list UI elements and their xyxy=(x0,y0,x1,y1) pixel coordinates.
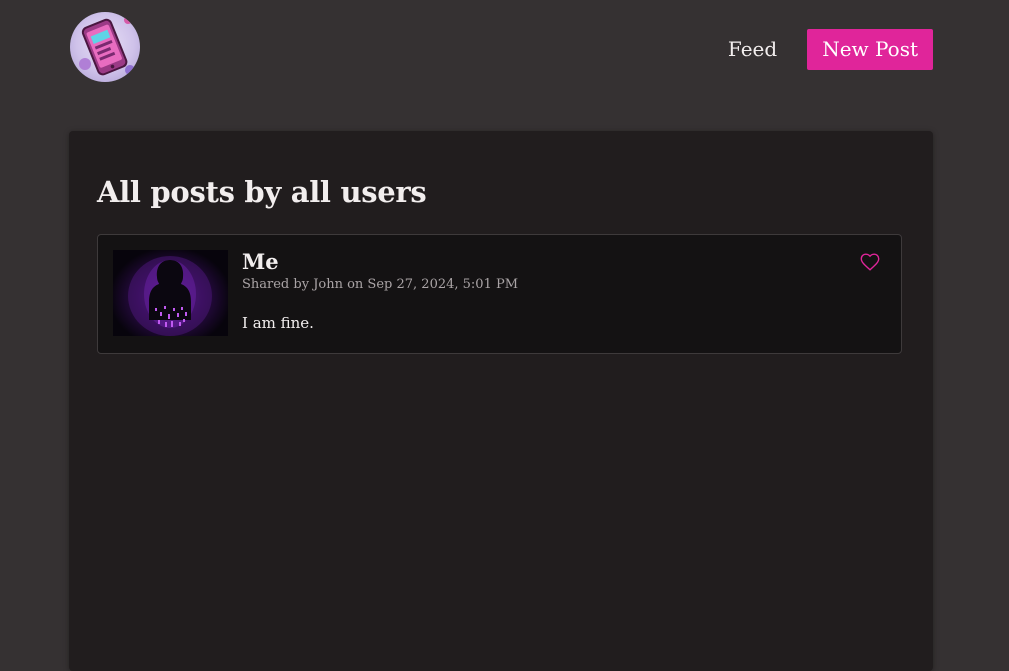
nav-feed-link[interactable]: Feed xyxy=(728,29,777,70)
top-nav: Feed New Post xyxy=(728,29,933,70)
post-card[interactable]: Me Shared by John on Sep 27, 2024, 5:01 … xyxy=(97,234,902,354)
post-title[interactable]: Me xyxy=(242,249,279,274)
post-meta: Shared by John on Sep 27, 2024, 5:01 PM xyxy=(242,277,519,292)
site-header: Feed New Post xyxy=(0,0,1009,100)
heart-icon[interactable] xyxy=(859,251,881,273)
post-body: I am fine. xyxy=(242,314,314,332)
main-panel: All posts by all users Me Shared by John… xyxy=(69,131,933,671)
phone-app-logo-icon[interactable] xyxy=(70,12,140,82)
new-post-button[interactable]: New Post xyxy=(807,29,933,70)
page-title: All posts by all users xyxy=(97,175,427,209)
hooded-figure-image xyxy=(113,250,228,336)
